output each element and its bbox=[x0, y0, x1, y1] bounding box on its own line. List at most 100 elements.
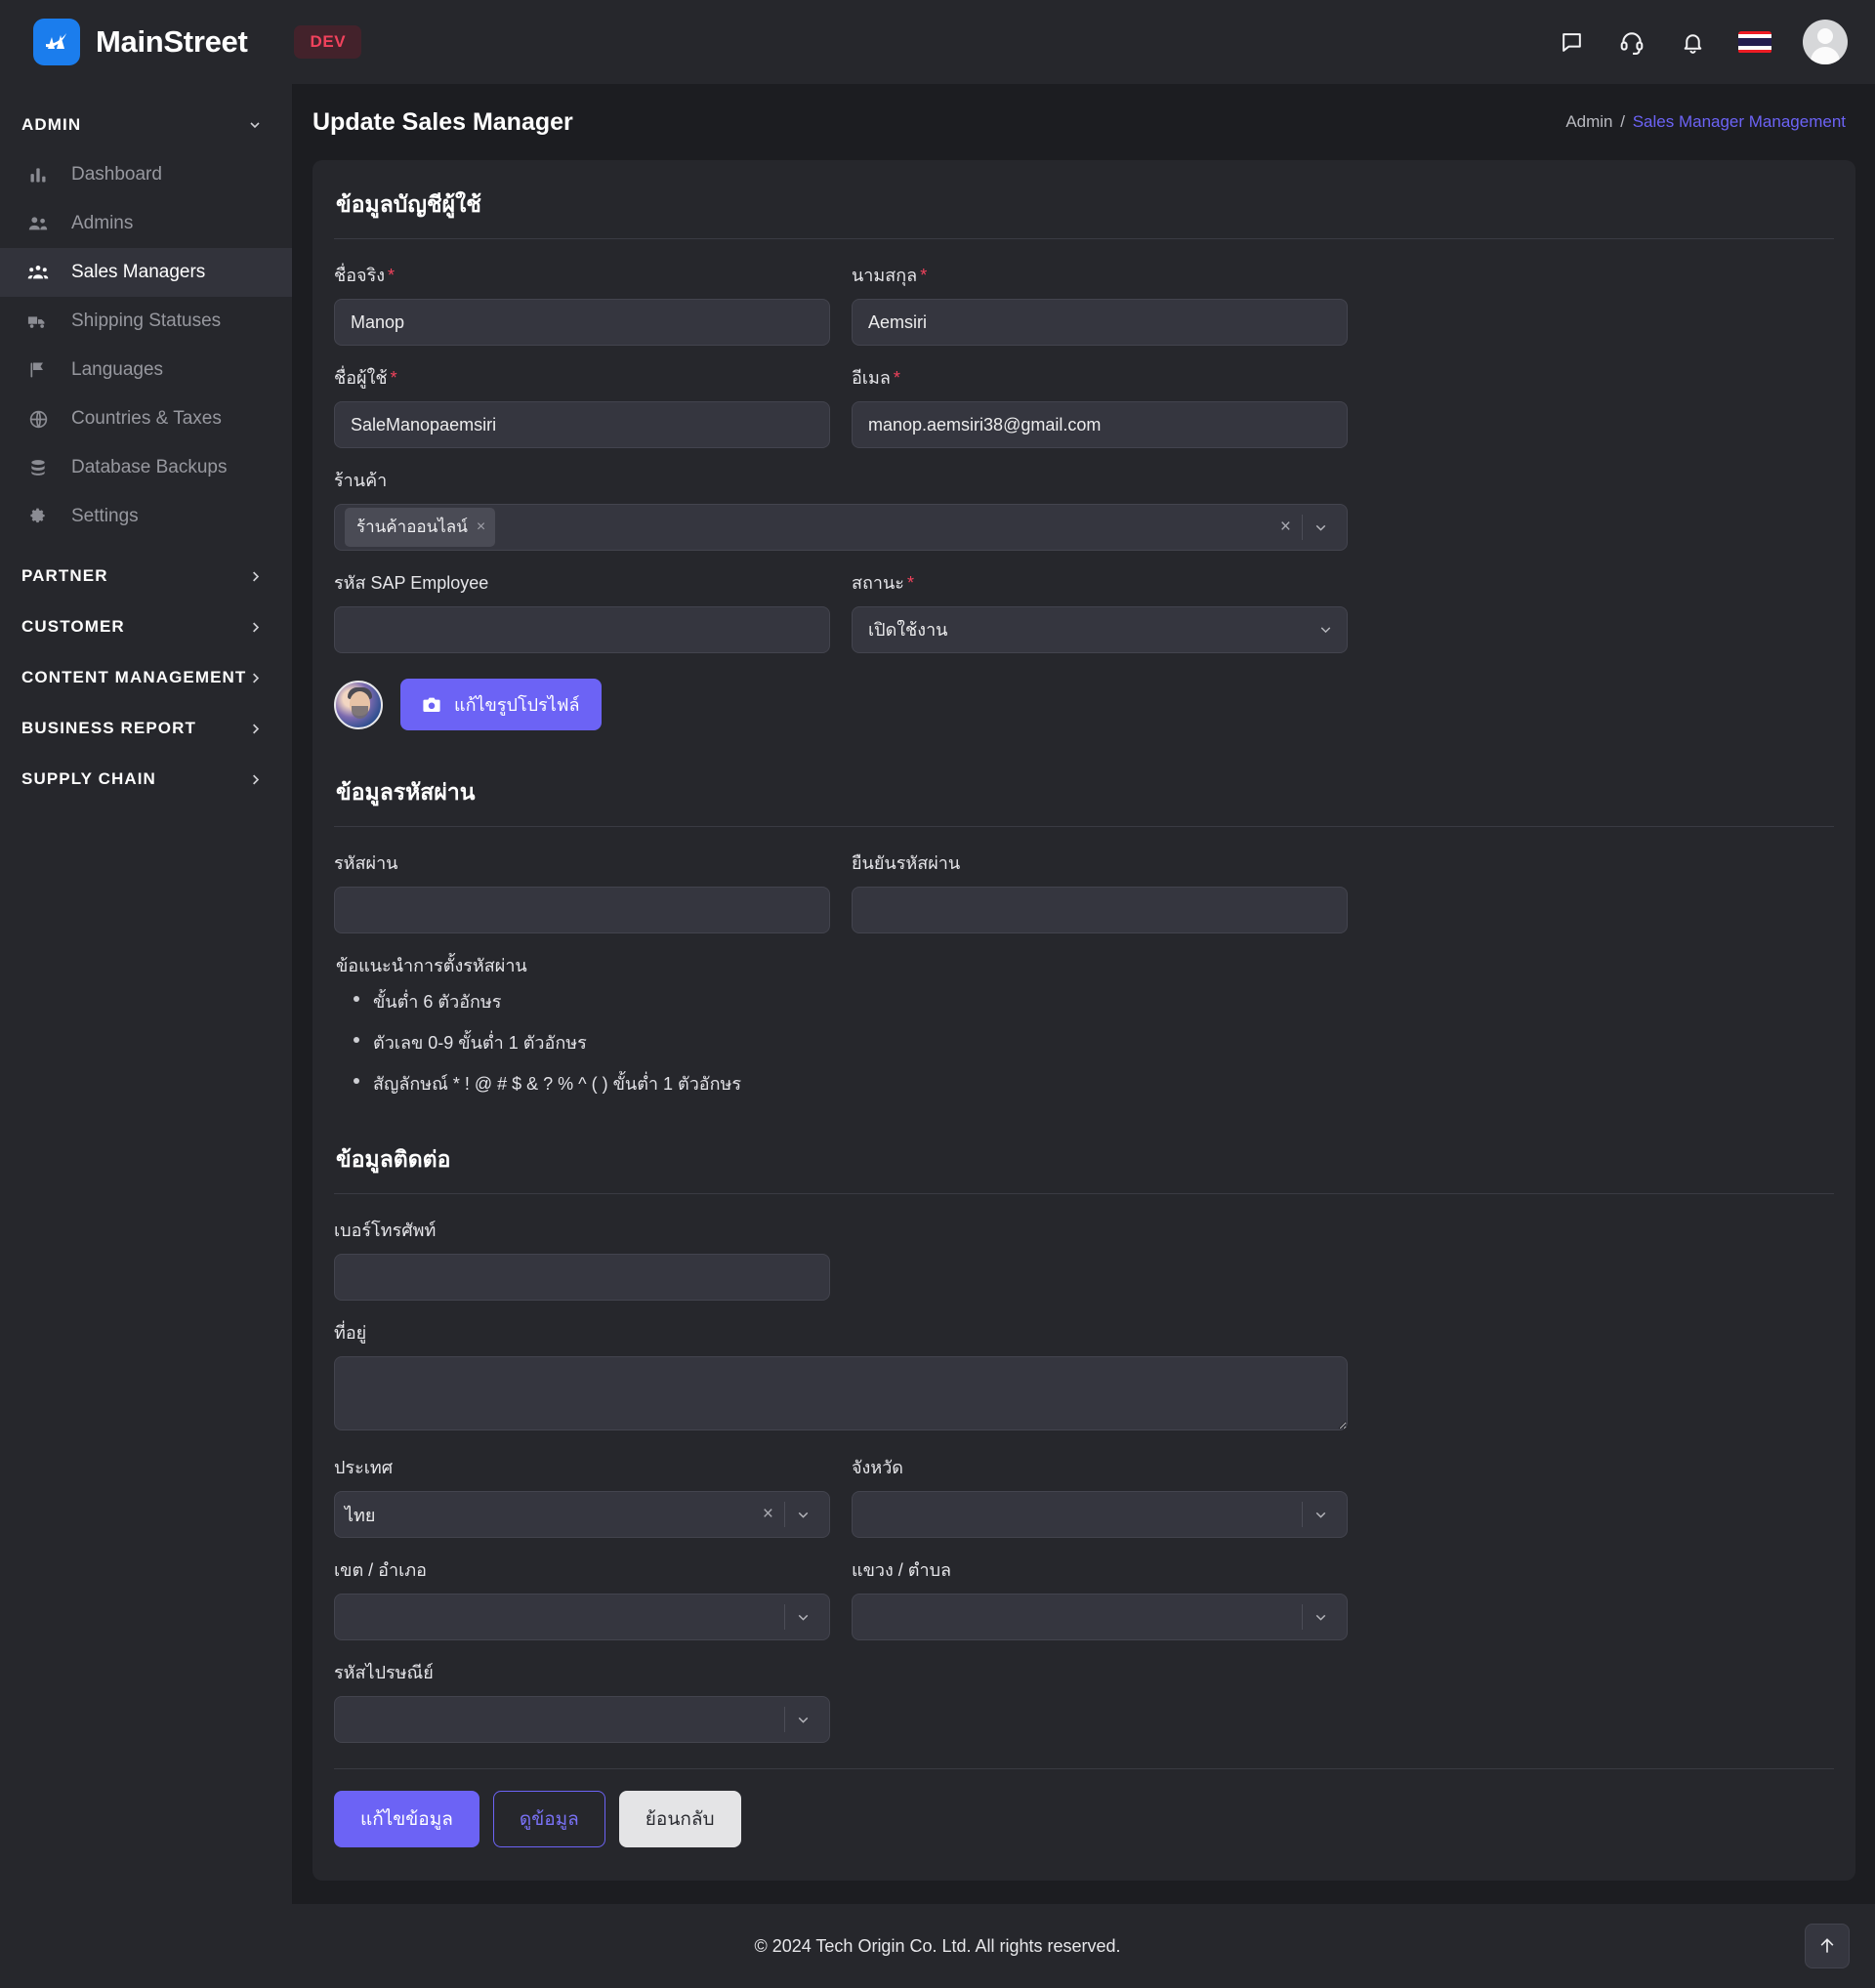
brand-name: MainStreet bbox=[96, 24, 248, 59]
sidebar-item-database-backups[interactable]: Database Backups bbox=[0, 443, 292, 492]
country-selected-value: ไทย bbox=[345, 1505, 376, 1525]
sidebar-item-languages[interactable]: Languages bbox=[0, 346, 292, 394]
section-divider bbox=[334, 1193, 1834, 1194]
sidebar-item-settings[interactable]: Settings bbox=[0, 492, 292, 541]
province-label: จังหวัด bbox=[852, 1458, 903, 1477]
chevron-down-icon[interactable] bbox=[785, 1712, 819, 1728]
bell-icon[interactable] bbox=[1678, 27, 1707, 57]
password-section-heading: ข้อมูลรหัสผ่าน bbox=[336, 779, 476, 805]
chevron-down-icon[interactable] bbox=[785, 1507, 819, 1523]
country-province-row: ประเทศ ไทย × จังหวัด bbox=[334, 1453, 1834, 1538]
required-marker: * bbox=[920, 266, 928, 285]
form-actions: แก้ไขข้อมูล ดูข้อมูล ย้อนกลับ bbox=[334, 1791, 1834, 1847]
email-input[interactable] bbox=[852, 401, 1348, 448]
camera-icon bbox=[422, 696, 441, 714]
username-input[interactable] bbox=[334, 401, 830, 448]
subdistrict-select-controls bbox=[1302, 1604, 1337, 1630]
phone-input[interactable] bbox=[334, 1254, 830, 1301]
subdistrict-select[interactable] bbox=[852, 1594, 1348, 1640]
chevron-right-icon bbox=[248, 569, 263, 584]
postcode-select[interactable] bbox=[334, 1696, 830, 1743]
mainstreet-logo-icon bbox=[33, 19, 80, 65]
globe-icon bbox=[26, 407, 50, 431]
sidebar-item-label: Settings bbox=[71, 506, 139, 526]
phone-row: เบอร์โทรศัพท์ bbox=[334, 1216, 1834, 1301]
chevron-down-icon[interactable] bbox=[785, 1609, 819, 1626]
headset-icon[interactable] bbox=[1617, 27, 1646, 57]
sidebar-section-partner[interactable]: PARTNER bbox=[0, 551, 292, 601]
chevron-right-icon bbox=[248, 620, 263, 635]
brand[interactable]: MainStreet bbox=[33, 19, 248, 65]
list-item: ขั้นต่ำ 6 ตัวอักษร bbox=[348, 987, 1834, 1015]
store-label: ร้านค้า bbox=[334, 471, 388, 490]
sidebar-item-dashboard[interactable]: Dashboard bbox=[0, 150, 292, 199]
sidebar-section-supply-chain[interactable]: SUPPLY CHAIN bbox=[0, 754, 292, 805]
chat-icon[interactable] bbox=[1557, 27, 1586, 57]
sidebar-item-label: Admins bbox=[71, 213, 134, 233]
page-header: Update Sales Manager Admin / Sales Manag… bbox=[293, 84, 1875, 160]
sidebar-item-sales-managers[interactable]: Sales Managers bbox=[0, 248, 292, 297]
remove-tag-icon[interactable]: × bbox=[477, 518, 485, 536]
back-button[interactable]: ย้อนกลับ bbox=[618, 1791, 741, 1847]
clear-selection-icon[interactable]: × bbox=[1270, 517, 1302, 538]
country-field: ประเทศ ไทย × bbox=[334, 1453, 830, 1538]
sap-employee-field: รหัส SAP Employee bbox=[334, 568, 830, 653]
phone-spacer bbox=[852, 1216, 1348, 1301]
sales-manager-form-card: ข้อมูลบัญชีผู้ใช้ ชื่อจริง* นามสกุล* bbox=[312, 160, 1855, 1881]
sidebar-section-label: BUSINESS REPORT bbox=[21, 719, 196, 737]
country-select-controls: × bbox=[752, 1502, 819, 1527]
store-multiselect[interactable]: ร้านค้าออนไลน์ × × bbox=[334, 504, 1348, 551]
clear-selection-icon[interactable]: × bbox=[752, 1504, 784, 1525]
sidebar-item-shipping-statuses[interactable]: Shipping Statuses bbox=[0, 297, 292, 346]
chevron-down-icon[interactable] bbox=[1303, 1507, 1337, 1523]
status-select[interactable]: เปิดใช้งาน bbox=[852, 606, 1348, 653]
district-select[interactable] bbox=[334, 1594, 830, 1640]
submit-button[interactable]: แก้ไขข้อมูล bbox=[334, 1791, 479, 1847]
address-textarea[interactable] bbox=[334, 1356, 1348, 1430]
name-row: ชื่อจริง* นามสกุล* bbox=[334, 261, 1834, 346]
flag-thailand-icon[interactable] bbox=[1738, 30, 1771, 54]
user-avatar[interactable] bbox=[1803, 20, 1848, 64]
arrow-up-icon bbox=[1817, 1936, 1837, 1956]
subdistrict-label: แขวง / ตำบล bbox=[852, 1560, 952, 1580]
chevron-down-icon[interactable] bbox=[1303, 519, 1337, 536]
last-name-label-text: นามสกุล bbox=[852, 266, 918, 285]
required-marker: * bbox=[390, 368, 397, 388]
first-name-input[interactable] bbox=[334, 299, 830, 346]
section-divider bbox=[334, 238, 1834, 239]
sidebar-section-admin[interactable]: ADMIN bbox=[0, 100, 292, 150]
chevron-down-icon[interactable] bbox=[1303, 1609, 1337, 1626]
sap-employee-input[interactable] bbox=[334, 606, 830, 653]
sidebar-item-label: Countries & Taxes bbox=[71, 408, 222, 429]
country-select[interactable]: ไทย × bbox=[334, 1491, 830, 1538]
confirm-password-input[interactable] bbox=[852, 887, 1348, 933]
password-input[interactable] bbox=[334, 887, 830, 933]
sidebar-section-customer[interactable]: CUSTOMER bbox=[0, 601, 292, 652]
top-bar: MainStreet DEV bbox=[0, 0, 1875, 84]
province-select[interactable] bbox=[852, 1491, 1348, 1538]
scroll-to-top-button[interactable] bbox=[1805, 1924, 1850, 1968]
edit-profile-photo-button[interactable]: แก้ไขรูปโปรไฟล์ bbox=[400, 679, 602, 730]
view-button[interactable]: ดูข้อมูล bbox=[492, 1791, 605, 1847]
status-field: สถานะ * เปิดใช้งาน bbox=[852, 568, 1348, 653]
people-group-icon bbox=[26, 261, 50, 284]
first-name-field: ชื่อจริง * bbox=[334, 261, 830, 346]
address-field: ที่อยู่ bbox=[334, 1318, 1348, 1435]
footer-copyright: © 2024 Tech Origin Co. Ltd. All rights r… bbox=[754, 1935, 1121, 1956]
last-name-input[interactable] bbox=[852, 299, 1348, 346]
breadcrumb-current-link[interactable]: Sales Manager Management bbox=[1633, 112, 1846, 131]
last-name-field: นามสกุล * bbox=[852, 261, 1348, 346]
required-marker: * bbox=[893, 368, 900, 388]
footer: © 2024 Tech Origin Co. Ltd. All rights r… bbox=[0, 1904, 1875, 1988]
sidebar-item-label: Shipping Statuses bbox=[71, 311, 222, 331]
sidebar-section-business-report[interactable]: BUSINESS REPORT bbox=[0, 703, 292, 754]
sidebar-section-content-management[interactable]: CONTENT MANAGEMENT bbox=[0, 652, 292, 703]
first-name-label-text: ชื่อจริง bbox=[334, 266, 386, 285]
sidebar-item-countries-taxes[interactable]: Countries & Taxes bbox=[0, 394, 292, 443]
sidebar-item-admins[interactable]: Admins bbox=[0, 199, 292, 248]
sidebar-section-label: CONTENT MANAGEMENT bbox=[21, 668, 247, 686]
confirm-password-label: ยืนยันรหัสผ่าน bbox=[852, 853, 961, 873]
username-label: ชื่อผู้ใช้ * bbox=[334, 363, 830, 392]
postcode-row: รหัสไปรษณีย์ bbox=[334, 1658, 1834, 1743]
confirm-password-field: ยืนยันรหัสผ่าน bbox=[852, 849, 1348, 933]
